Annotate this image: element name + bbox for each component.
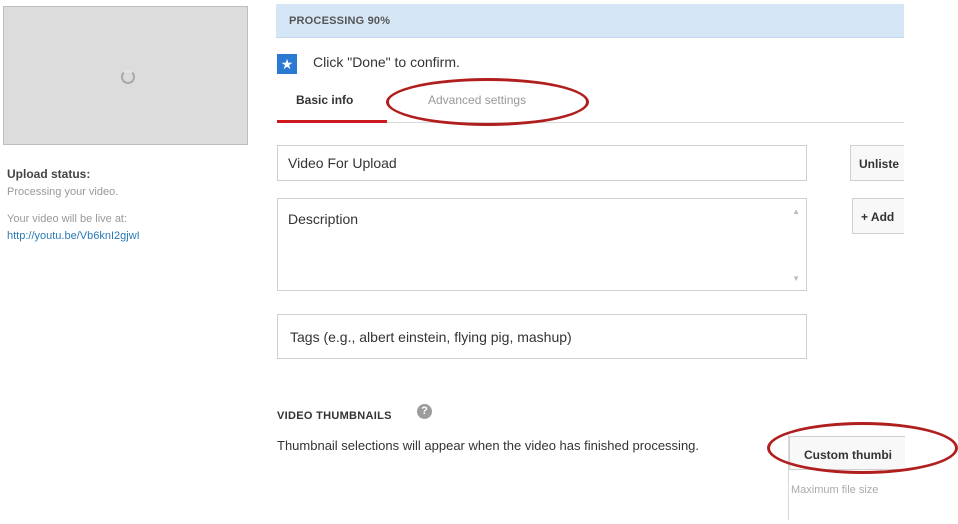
upload-status-title: Upload status: (7, 167, 91, 181)
upload-status-text: Processing your video. (7, 186, 119, 198)
tags-input[interactable]: Tags (e.g., albert einstein, flying pig,… (277, 314, 807, 359)
scroll-up-icon[interactable]: ▲ (792, 207, 800, 216)
tab-basic-info[interactable]: Basic info (296, 93, 353, 107)
processing-progress-bar: PROCESSING 90% (276, 4, 904, 38)
tags-placeholder: Tags (e.g., albert einstein, flying pig,… (290, 329, 572, 345)
confirm-instruction: Click "Done" to confirm. (313, 54, 460, 70)
privacy-dropdown[interactable]: Unliste (850, 145, 904, 181)
title-value: Video For Upload (288, 155, 397, 171)
description-textarea[interactable]: Description ▲ ▼ (277, 198, 807, 291)
add-to-playlist-button[interactable]: + Add (852, 198, 904, 234)
scroll-down-icon[interactable]: ▼ (792, 274, 800, 283)
thumbnails-heading: VIDEO THUMBNAILS (277, 410, 392, 422)
add-label: + Add (861, 210, 895, 224)
star-icon: ★ (277, 54, 297, 74)
privacy-label: Unliste (859, 157, 900, 171)
processing-label: PROCESSING 90% (289, 15, 391, 27)
title-input[interactable]: Video For Upload (277, 145, 807, 181)
live-at-text: Your video will be live at: (7, 213, 128, 225)
annotation-ellipse-advanced (386, 78, 589, 126)
loading-spinner-icon (121, 70, 135, 84)
active-tab-indicator (277, 120, 387, 123)
help-icon[interactable]: ? (417, 404, 432, 419)
video-url-link[interactable]: http://youtu.be/Vb6knI2gjwI (7, 230, 140, 242)
video-preview (3, 6, 248, 145)
max-file-size-text: Maximum file size (791, 484, 879, 496)
thumbnails-note: Thumbnail selections will appear when th… (277, 438, 700, 453)
annotation-ellipse-custom-thumbnail (767, 422, 958, 474)
description-placeholder: Description (288, 211, 359, 227)
